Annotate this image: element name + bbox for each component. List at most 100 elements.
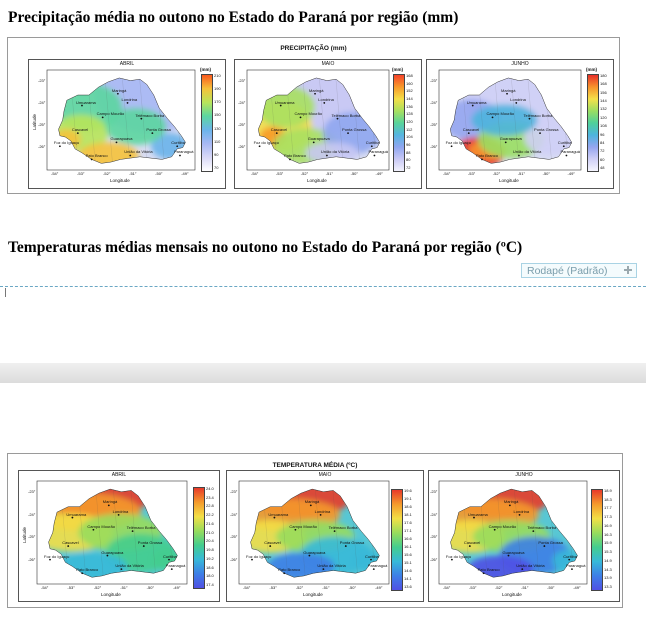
colorbar-tick-label: 152 (406, 88, 413, 94)
lon-tick-label: -54° (41, 585, 49, 590)
colorbar-tick-label: 24.0 (206, 486, 214, 491)
precip-figure-title: PRECIPITAÇÃO (mm) (280, 45, 347, 52)
colorbar-tick-label: 14.9 (604, 557, 612, 563)
city-marker (170, 568, 173, 571)
colorbar (393, 74, 405, 172)
city-marker (314, 92, 316, 95)
colorbar-tick-label: 190 (214, 86, 221, 92)
city-marker (289, 158, 291, 161)
city-label-telemaco: Telêmaco Borba (328, 525, 358, 531)
city-label-ponta_grossa: Ponta Grossa (538, 540, 563, 546)
lon-tick-label: -49° (573, 585, 581, 590)
city-label-campo_mourao: Campo Mourão (488, 523, 517, 529)
city-marker (116, 92, 119, 95)
map-panel-abril: ABRIL Maringá Londrina Umuarama Campo Mourão… (18, 470, 220, 602)
colorbar (591, 489, 603, 591)
colorbar-tick-label: 120 (600, 114, 607, 120)
colorbar-tick-label: 18.3 (604, 496, 612, 502)
lat-tick-label: -25° (238, 121, 246, 127)
colorbar-tick-label: 88 (406, 149, 411, 155)
city-label-maringa: Maringá (309, 87, 324, 93)
lat-tick-label: -26° (238, 143, 246, 149)
city-label-londrina: Londrina (314, 508, 331, 514)
city-label-londrina: Londrina (513, 508, 530, 514)
lat-tick-label: -26° (230, 556, 238, 562)
city-marker (49, 558, 51, 561)
municipal-border (48, 489, 52, 578)
city-label-foz: Foz do Iguaçu (246, 553, 272, 559)
city-label-campo_mourao: Campo Mourão (486, 111, 515, 117)
colorbar-tick-label: 160 (406, 80, 413, 86)
colorbar-tick-label: 14.1 (404, 576, 412, 581)
city-marker (508, 504, 511, 507)
city-label-cascavel: Cascavel (463, 540, 481, 546)
city-label-paranagua: Paranaguá (560, 149, 581, 155)
map-panel-abril: ABRIL Maringá Londrina Umuarama Campo Mourão… (28, 59, 226, 189)
latitude-axis-label: Latitude (32, 113, 37, 130)
city-marker (76, 132, 79, 135)
city-label-londrina: Londrina (318, 96, 334, 102)
longitude-axis-label: Longitude (110, 178, 130, 183)
temp-heading: Temperaturas médias mensais no outono no… (8, 239, 523, 256)
footer-style-tag[interactable]: Rodapé (Padrão) (521, 263, 637, 278)
city-marker (347, 132, 349, 135)
lat-tick-label: -26° (430, 556, 438, 562)
plus-icon[interactable] (623, 265, 633, 275)
temp-figure[interactable]: TEMPERATURA MÉDIA (ºC) ABRIL Maringá Londr… (7, 453, 623, 608)
colorbar-tick-label: 112 (406, 126, 413, 132)
city-marker (258, 145, 261, 148)
city-marker (309, 504, 312, 507)
city-label-maringa: Maringá (304, 499, 320, 505)
colorbar-tick-label: 23.4 (206, 494, 214, 500)
city-label-ponta_grossa: Ponta Grossa (534, 127, 559, 133)
city-marker (323, 102, 326, 104)
municipal-border (250, 489, 254, 578)
city-label-uniao: União da Vitória (115, 563, 144, 569)
colorbar-tick-label: 18.6 (206, 564, 214, 570)
lat-tick-label: -25° (430, 121, 438, 127)
lat-tick-label: -24° (238, 99, 246, 105)
city-label-umuarama: Umuarama (274, 99, 295, 105)
lat-tick-label: -23° (38, 78, 46, 83)
city-label-telemaco: Telêmaco Borba (523, 112, 553, 118)
colorbar-unit: (mm) (586, 67, 597, 72)
city-marker (59, 145, 61, 148)
precip-figure[interactable]: PRECIPITAÇÃO (mm) ABRIL Maringá Londrina Um… (7, 37, 620, 194)
city-label-ponta_grossa: Ponta Grossa (339, 540, 365, 546)
city-marker (471, 104, 474, 107)
lon-tick-label: -49° (375, 171, 383, 176)
lon-tick-label: -54° (443, 585, 451, 590)
lon-tick-label: -52° (495, 585, 503, 590)
colorbar-tick-label: 21.0 (206, 529, 214, 535)
city-marker (312, 141, 315, 144)
city-marker (521, 568, 524, 571)
colorbar-tick-label: 168 (600, 81, 607, 87)
colorbar-tick-label: 14.3 (604, 566, 612, 572)
lon-tick-label: -52° (93, 585, 102, 590)
lat-tick-label: -24° (430, 99, 438, 105)
city-marker (468, 545, 471, 547)
city-label-cascavel: Cascavel (71, 127, 89, 133)
city-label-guarapuava: Guarapuava (303, 549, 326, 555)
city-label-umuarama: Umuarama (268, 511, 289, 517)
colorbar-tick-label: 128 (406, 111, 413, 117)
city-label-guarapuava: Guarapuava (307, 136, 330, 142)
lon-tick-label: -54° (251, 171, 259, 176)
city-label-paranagua: Paranaguá (565, 563, 586, 569)
colorbar-tick-label: 70 (214, 165, 219, 170)
city-marker (101, 116, 104, 119)
city-marker (562, 145, 565, 148)
colorbar-tick-label: 144 (600, 98, 607, 104)
longitude-axis-label: Longitude (303, 592, 323, 597)
city-label-uniao: União da Vitória (516, 563, 545, 569)
city-marker (491, 116, 494, 119)
city-label-maringa: Maringá (111, 87, 127, 93)
city-label-curitiba: Curitiba (557, 140, 572, 146)
city-marker (176, 145, 179, 148)
city-label-pato_branco: Pato Branco (477, 567, 500, 573)
lat-tick-label: -23° (28, 489, 36, 494)
colorbar-tick-label: 20.4 (206, 538, 214, 544)
city-marker (451, 558, 453, 561)
city-marker (92, 528, 95, 531)
lat-tick-label: -26° (28, 556, 36, 562)
